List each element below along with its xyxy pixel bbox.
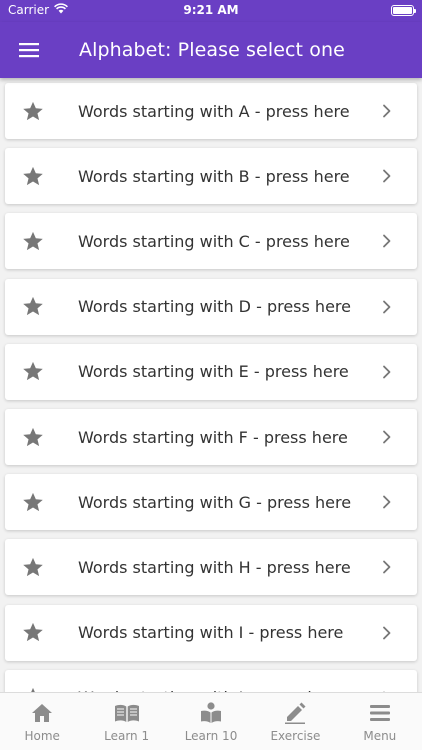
list-item-label: Words starting with B - press here: [78, 166, 350, 186]
tab-exercise[interactable]: Exercise: [253, 693, 337, 750]
list-item-label: Words starting with D - press here: [78, 297, 351, 317]
hamburger-menu-icon: [19, 43, 39, 58]
pencil-icon: [282, 701, 308, 725]
list-item-label: Words starting with I - press here: [78, 623, 344, 643]
star-icon[interactable]: [21, 490, 45, 514]
home-icon: [29, 701, 55, 725]
alphabet-list: Words starting with A - press here Words …: [0, 78, 422, 692]
tab-home-label: Home: [24, 729, 60, 743]
bottom-tab-bar: Home Learn 1 Learn 10 Exercise Menu: [0, 692, 422, 750]
star-icon[interactable]: [21, 425, 45, 449]
list-item-label: Words starting with A - press here: [78, 101, 350, 121]
chevron-right-icon: [377, 166, 397, 186]
chevron-right-icon: [377, 492, 397, 512]
hamburger-menu-button[interactable]: [0, 22, 58, 78]
tab-learn-10[interactable]: Learn 10: [169, 693, 253, 750]
list-item-label: Words starting with H - press here: [78, 557, 351, 577]
tab-menu[interactable]: Menu: [338, 693, 422, 750]
star-icon[interactable]: [21, 164, 45, 188]
book-open-icon: [114, 701, 140, 725]
list-item[interactable]: Words starting with F - press here: [5, 409, 417, 465]
tab-learn-1-label: Learn 1: [104, 729, 150, 743]
list-item[interactable]: Words starting with H - press here: [5, 539, 417, 596]
star-icon[interactable]: [21, 360, 45, 384]
tab-exercise-label: Exercise: [270, 729, 321, 743]
tab-learn-1[interactable]: Learn 1: [84, 693, 168, 750]
chevron-right-icon: [377, 623, 397, 643]
reader-icon: [198, 701, 224, 725]
list-item-label: Words starting with E - press here: [78, 362, 349, 382]
list-item[interactable]: Words starting with A - press here: [5, 83, 417, 139]
list-item[interactable]: Words starting with I - press here: [5, 604, 417, 661]
tab-home[interactable]: Home: [0, 693, 84, 750]
status-time: 9:21 AM: [183, 3, 239, 17]
list-item-label: Words starting with F - press here: [78, 427, 348, 447]
list-item[interactable]: Words starting with C - press here: [5, 213, 417, 270]
status-bar: Carrier 9:21 AM: [0, 0, 422, 22]
chevron-right-icon: [377, 101, 397, 121]
tab-menu-label: Menu: [363, 729, 397, 743]
star-icon[interactable]: [21, 555, 45, 579]
list-item[interactable]: Words starting with J - press here: [5, 669, 417, 692]
list-item-label: Words starting with C - press here: [78, 231, 350, 251]
list-item[interactable]: Words starting with B - press here: [5, 148, 417, 205]
list-item[interactable]: Words starting with E - press here: [5, 343, 417, 400]
star-icon[interactable]: [21, 229, 45, 253]
chevron-right-icon: [377, 557, 397, 577]
app-bar: Alphabet: Please select one: [0, 22, 422, 78]
list-item[interactable]: Words starting with G - press here: [5, 474, 417, 531]
list-item-label: Words starting with G - press here: [78, 492, 352, 512]
page-title: Alphabet: Please select one: [79, 39, 345, 61]
list-item[interactable]: Words starting with D - press here: [5, 278, 417, 335]
star-icon[interactable]: [21, 295, 45, 319]
battery-icon: [391, 5, 416, 16]
menu-lines-icon: [367, 701, 393, 725]
chevron-right-icon: [377, 362, 397, 382]
star-icon[interactable]: [21, 99, 45, 123]
tab-learn-10-label: Learn 10: [184, 729, 238, 743]
chevron-right-icon: [377, 231, 397, 251]
star-icon[interactable]: [21, 621, 45, 645]
chevron-right-icon: [377, 297, 397, 317]
chevron-right-icon: [377, 427, 397, 447]
